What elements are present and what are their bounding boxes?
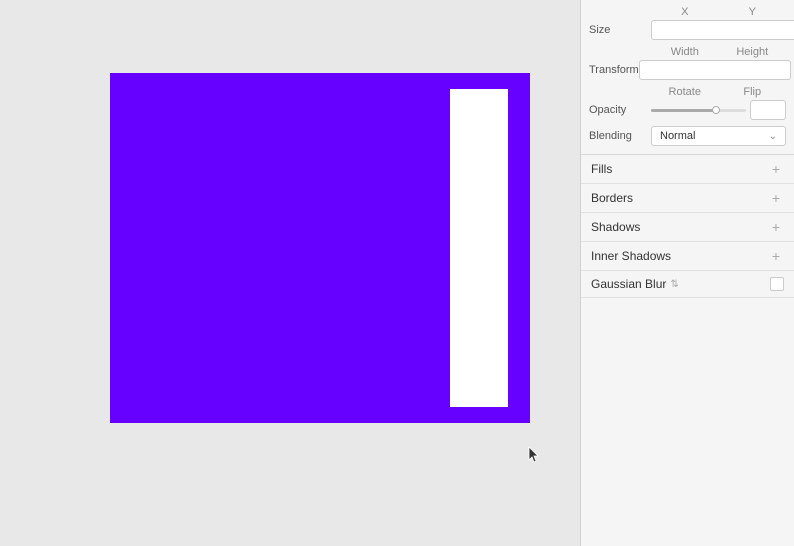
rotate-flip-headers: Rotate Flip xyxy=(589,86,786,98)
xy-col-headers: X Y xyxy=(589,6,786,18)
opacity-slider-wrap xyxy=(651,100,786,120)
cursor-icon xyxy=(528,446,540,464)
white-rectangle[interactable] xyxy=(450,89,508,407)
opacity-value[interactable] xyxy=(750,100,786,120)
inner-shadows-add-icon[interactable]: + xyxy=(768,248,784,264)
fills-add-icon[interactable]: + xyxy=(768,161,784,177)
blending-select[interactable]: Normal ⌄ xyxy=(651,126,786,146)
y-col-header: Y xyxy=(719,6,787,18)
purple-rectangle[interactable] xyxy=(110,73,530,423)
height-col-header: Height xyxy=(719,46,787,58)
gaussian-blur-label: Gaussian Blur ⇅ xyxy=(591,277,766,291)
opacity-slider-thumb xyxy=(712,106,720,114)
blending-value: Normal xyxy=(660,130,695,142)
borders-add-icon[interactable]: + xyxy=(768,190,784,206)
opacity-row: Opacity xyxy=(589,100,786,120)
transform-input[interactable] xyxy=(639,60,791,80)
gaussian-blur-checkbox[interactable] xyxy=(770,277,784,291)
opacity-label: Opacity xyxy=(589,104,651,116)
shadows-add-icon[interactable]: + xyxy=(768,219,784,235)
inner-shadows-label: Inner Shadows xyxy=(591,249,768,263)
borders-section[interactable]: Borders + xyxy=(581,184,794,213)
right-panel: X Y Size Width Height Tr xyxy=(580,0,794,546)
size-label: Size xyxy=(589,24,651,36)
wh-col-headers: Width Height xyxy=(589,46,786,58)
x-col-header: X xyxy=(651,6,719,18)
width-col-header: Width xyxy=(651,46,719,58)
blending-label: Blending xyxy=(589,130,651,142)
panel-top: X Y Size Width Height Tr xyxy=(581,0,794,154)
shadows-label: Shadows xyxy=(591,220,768,234)
gaussian-blur-section[interactable]: Gaussian Blur ⇅ xyxy=(581,271,794,298)
shadows-section[interactable]: Shadows + xyxy=(581,213,794,242)
transform-row: Transform xyxy=(589,60,786,80)
size-inputs xyxy=(651,20,794,40)
canvas-content xyxy=(50,73,530,493)
opacity-slider[interactable] xyxy=(651,109,746,112)
gaussian-sort-icon[interactable]: ⇅ xyxy=(670,279,678,290)
borders-label: Borders xyxy=(591,191,768,205)
inner-shadows-section[interactable]: Inner Shadows + xyxy=(581,242,794,271)
transform-label: Transform xyxy=(589,64,639,76)
canvas-area xyxy=(0,0,580,546)
blending-row: Blending Normal ⌄ xyxy=(589,126,786,146)
fills-label: Fills xyxy=(591,162,768,176)
transform-inputs xyxy=(639,60,794,80)
rotate-header: Rotate xyxy=(651,86,719,98)
size-x-input[interactable] xyxy=(651,20,794,40)
fills-section[interactable]: Fills + xyxy=(581,155,794,184)
flip-header: Flip xyxy=(719,86,787,98)
chevron-down-icon: ⌄ xyxy=(769,131,777,142)
size-row: Size xyxy=(589,20,786,40)
